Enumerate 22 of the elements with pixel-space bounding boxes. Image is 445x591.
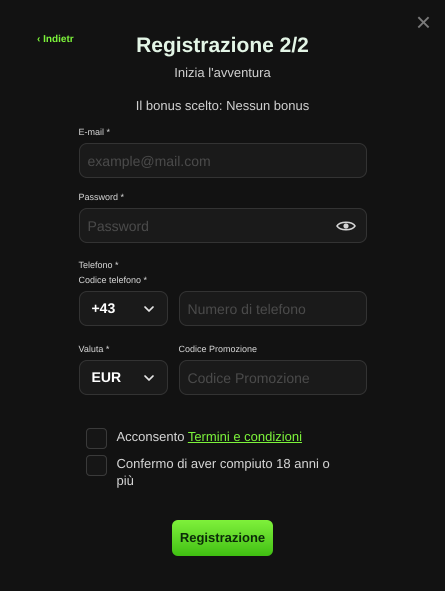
field-label: Codice Promozione (178, 344, 258, 355)
eye-icon[interactable] (336, 220, 356, 232)
chevron-down-icon (142, 374, 154, 382)
field-label: E-mail * (78, 127, 112, 138)
register-button[interactable]: Registrazione (172, 520, 273, 556)
consent-text: Confermo di aver compiuto 18 anni o più (116, 455, 331, 489)
phone-code-select[interactable]: +43 (78, 291, 168, 326)
terms-link[interactable]: Termini e condizioni (188, 429, 302, 444)
field-label: Password * (78, 192, 126, 203)
close-button[interactable]: × (416, 9, 431, 35)
field-label: Valuta * (78, 344, 110, 355)
field-label: Codice telefono * (78, 275, 148, 286)
subtitle: Inizia l'avventura (174, 65, 271, 81)
chevron-down-icon (142, 304, 154, 312)
back-link[interactable]: ‹ Indietr (37, 34, 74, 46)
bonus-text: Il bonus scelto: Nessun bonus (136, 98, 310, 114)
currency-select[interactable]: EUR (78, 360, 168, 395)
checkbox[interactable] (86, 455, 106, 476)
consent-text: Acconsento Termini e condizioni (116, 428, 303, 445)
section-label: Telefono * (78, 260, 120, 271)
checkbox[interactable] (86, 428, 106, 449)
dialog-title: Registrazione 2/2 (136, 33, 309, 59)
